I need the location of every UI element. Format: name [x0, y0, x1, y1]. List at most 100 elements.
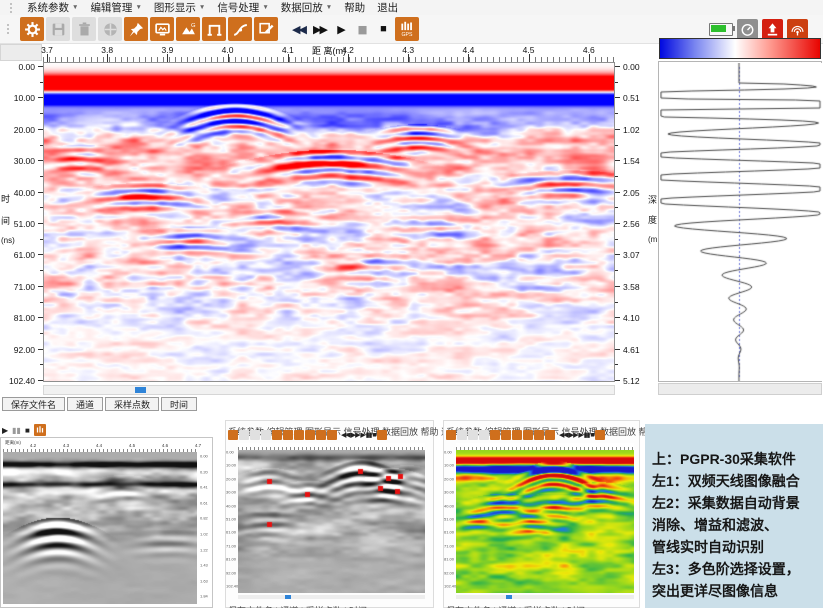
distance-tick	[468, 54, 469, 62]
gain-curve-button[interactable]	[534, 430, 544, 440]
circle-icon	[102, 21, 119, 38]
battery-icon	[709, 23, 733, 36]
mini-radargram[interactable]	[238, 450, 425, 593]
pause-button[interactable]: ▮▮	[12, 426, 21, 435]
horizontal-scrollbar[interactable]	[43, 385, 615, 395]
settings-button[interactable]	[20, 17, 44, 41]
mini-tick-label: 81.00	[444, 557, 454, 562]
mini-depth-label: 0.00	[200, 454, 208, 459]
rewind-button[interactable]: ◀◀	[288, 17, 309, 41]
save-button[interactable]	[457, 430, 467, 440]
mini-tick-label: 81.00	[226, 557, 236, 562]
tab-0[interactable]: 保存文件名	[2, 397, 65, 411]
edit-brush-button[interactable]	[545, 430, 555, 440]
playback-buttons[interactable]: ◀◀ ▶▶ ▶ ▮▮ ■	[559, 431, 594, 439]
playback-buttons[interactable]: ◀◀ ▶▶ ▶ ▮▮ ■	[341, 431, 376, 439]
toolbar-grip	[7, 24, 12, 34]
trace-panel-scrollbar[interactable]	[658, 383, 822, 395]
menu-item-6[interactable]: 退出	[371, 0, 404, 15]
speed-gauge-button[interactable]	[737, 19, 758, 40]
display-settings-button[interactable]	[150, 17, 174, 41]
time-window-button[interactable]	[202, 17, 226, 41]
fast-forward-button[interactable]: ▶▶	[309, 17, 330, 41]
display-settings-button[interactable]	[501, 430, 511, 440]
settings-button[interactable]	[228, 430, 238, 440]
menu-item-1[interactable]: 编辑管理▼	[84, 0, 147, 15]
gain-curve-button[interactable]	[316, 430, 326, 440]
mini-depth-axis: 0.000.200.410.610.821.021.221.431.631.84	[198, 452, 214, 604]
minor-tick	[615, 207, 618, 208]
save-button[interactable]	[239, 430, 249, 440]
gps-button[interactable]	[34, 424, 46, 436]
delete-button[interactable]	[468, 430, 478, 440]
scrollbar-thumb[interactable]	[135, 387, 146, 393]
gate-icon	[206, 21, 223, 38]
mini-depth-label: 0.82	[200, 516, 208, 521]
tick-label: 102.40	[9, 376, 35, 386]
tab-3[interactable]: 时间	[161, 397, 197, 411]
mini-scrollbar[interactable]	[456, 595, 634, 599]
gps-button[interactable]	[595, 430, 605, 440]
menu-item-5[interactable]: 帮助	[338, 0, 371, 15]
time-window-button[interactable]	[305, 430, 315, 440]
menu-item-0[interactable]: 系统参数▼	[21, 0, 84, 15]
display-settings-button[interactable]	[283, 430, 293, 440]
mini-radargram-grayscale[interactable]	[3, 452, 197, 604]
mini-radargram[interactable]	[456, 450, 634, 593]
tick-label: 5.12	[623, 376, 640, 386]
tick	[615, 160, 620, 161]
tick-label: 0.00	[623, 62, 640, 72]
menu-item-2[interactable]: 图形显示▼	[148, 0, 211, 15]
marker-pin-button[interactable]	[124, 17, 148, 41]
scrollbar-thumb[interactable]	[506, 595, 512, 599]
play-button[interactable]: ▶	[330, 17, 351, 41]
delete-button[interactable]	[250, 430, 260, 440]
stop-button[interactable]: ■	[372, 17, 393, 41]
menu-item-3[interactable]: 信号处理▼	[211, 0, 274, 15]
pin-icon	[128, 21, 145, 38]
gain-curve-button[interactable]	[228, 17, 252, 41]
distance-tick	[529, 54, 530, 62]
scrollbar-thumb[interactable]	[285, 595, 291, 599]
edit-brush-button[interactable]	[254, 17, 278, 41]
gain-button[interactable]	[294, 430, 304, 440]
tick-label: 0.51	[623, 93, 640, 103]
toolbar-grip	[10, 3, 15, 13]
time-window-button[interactable]	[523, 430, 533, 440]
gain-button[interactable]: G	[176, 17, 200, 41]
distance-tick	[228, 54, 229, 62]
antenna-icon	[790, 22, 805, 37]
distance-tick	[107, 54, 108, 62]
distance-tick	[589, 54, 590, 62]
menu-item-label: 帮助	[344, 0, 365, 15]
time-axis-label: (ns)	[1, 236, 15, 245]
tick	[615, 286, 620, 287]
window-mode-button[interactable]	[479, 430, 489, 440]
edit-brush-button[interactable]	[327, 430, 337, 440]
gps-icon: GPS	[398, 20, 416, 38]
antenna-button[interactable]	[787, 19, 808, 40]
window-mode-button[interactable]	[261, 430, 271, 440]
gps-icon	[35, 425, 45, 435]
tick	[615, 380, 620, 381]
gps-button[interactable]	[377, 430, 387, 440]
mini-distance-ruler	[456, 443, 634, 450]
upload-button[interactable]	[762, 19, 783, 40]
mini-tick-label: 0.00	[226, 450, 234, 455]
gain-button[interactable]	[512, 430, 522, 440]
tick-label: 1.02	[623, 125, 640, 135]
tab-1[interactable]: 通道	[67, 397, 103, 411]
marker-pin-button[interactable]	[272, 430, 282, 440]
mini-depth-label: 1.02	[200, 532, 208, 537]
distance-ruler: 距 离(m) 3.73.83.94.04.14.24.34.44.54.6	[43, 44, 615, 62]
stop-button[interactable]: ■	[25, 426, 30, 435]
menu-item-4[interactable]: 数据回放▼	[275, 0, 338, 15]
tab-2[interactable]: 采样点数	[105, 397, 159, 411]
gps-button[interactable]: GPS	[395, 17, 419, 41]
mini-scrollbar[interactable]	[238, 595, 425, 599]
pause-button[interactable]: ▮▮	[351, 17, 372, 41]
play-button[interactable]: ▶	[2, 426, 8, 435]
settings-button[interactable]	[446, 430, 456, 440]
radargram-canvas[interactable]	[43, 62, 615, 382]
marker-pin-button[interactable]	[490, 430, 500, 440]
